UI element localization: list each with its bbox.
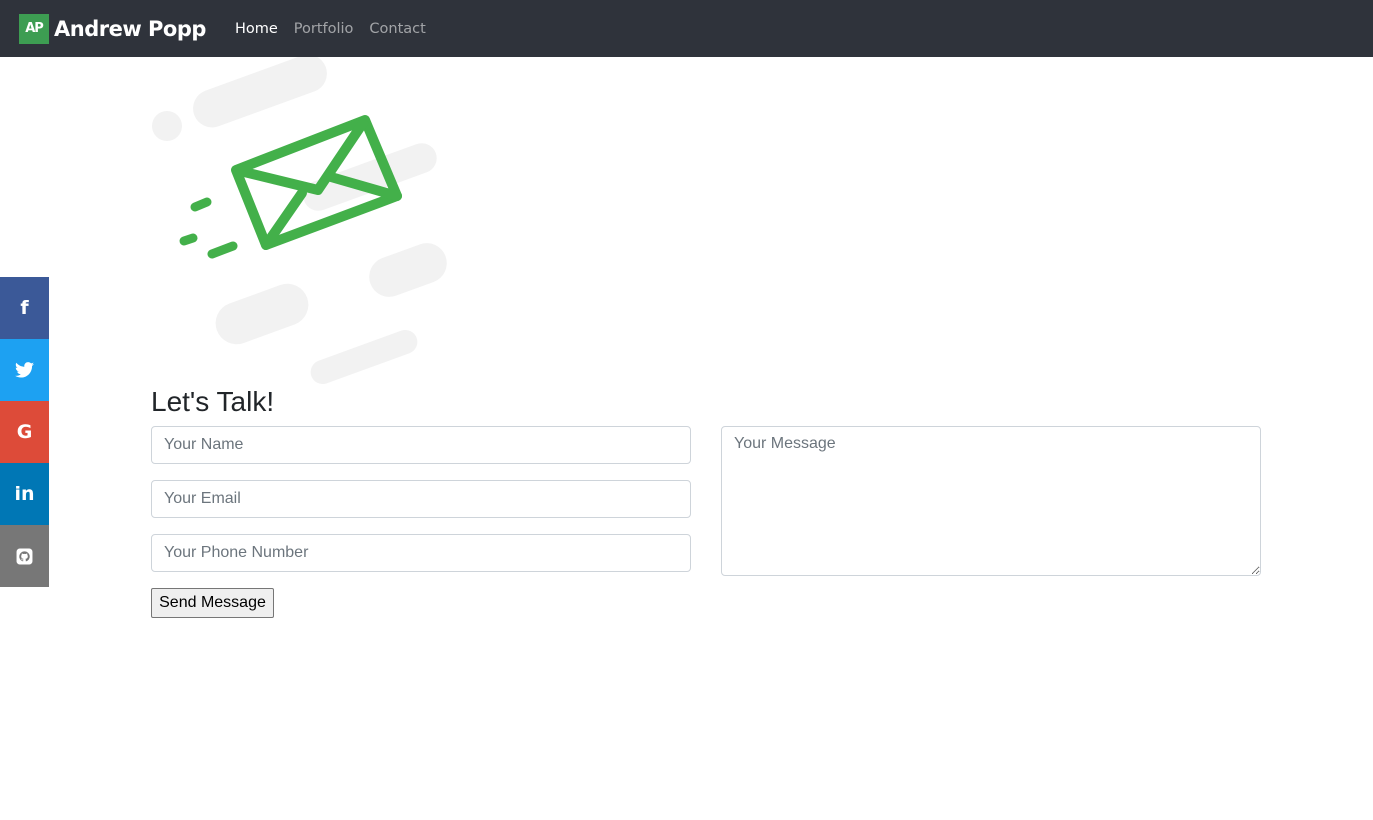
email-input[interactable] (151, 480, 691, 518)
brand-name: Andrew Popp (54, 16, 206, 41)
nav-link-portfolio[interactable]: Portfolio (294, 21, 354, 37)
linkedin-link[interactable]: in (0, 463, 49, 525)
contact-heading: Let's Talk! (151, 386, 275, 417)
envelope-illustration (152, 57, 447, 385)
brand-logo: AP (19, 13, 49, 44)
message-textarea[interactable] (721, 426, 1261, 576)
github-icon (16, 548, 33, 564)
twitter-icon (15, 362, 34, 378)
send-message-button[interactable]: Send Message (151, 588, 274, 618)
facebook-link[interactable]: f (0, 277, 49, 339)
navbar: AP Andrew Popp Home Portfolio Contact (0, 0, 1373, 57)
google-icon: G (16, 421, 33, 443)
envelope-icon (179, 115, 402, 259)
facebook-icon: f (20, 297, 29, 319)
twitter-link[interactable] (0, 339, 49, 401)
linkedin-icon: in (14, 483, 35, 505)
social-sidebar: f G in (0, 277, 49, 587)
github-link[interactable] (0, 525, 49, 587)
nav-links: Home Portfolio Contact (235, 21, 442, 37)
name-input[interactable] (151, 426, 691, 464)
nav-link-contact[interactable]: Contact (369, 21, 425, 37)
google-link[interactable]: G (0, 401, 49, 463)
speed-lines (152, 57, 447, 385)
nav-link-home[interactable]: Home (235, 21, 278, 37)
phone-input[interactable] (151, 534, 691, 572)
brand-link[interactable]: AP Andrew Popp (19, 13, 206, 44)
